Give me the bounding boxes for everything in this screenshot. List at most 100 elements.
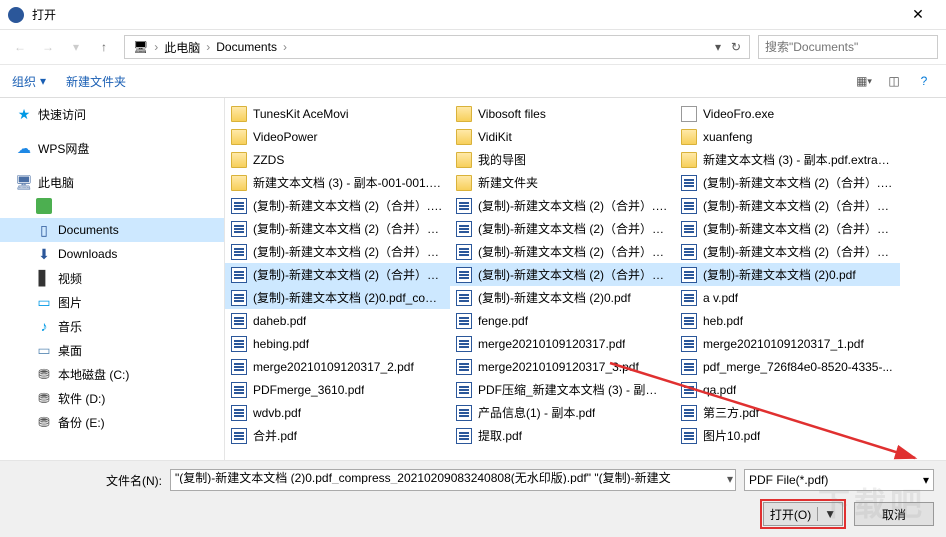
- file-item[interactable]: TunesKit AceMovi: [225, 102, 450, 125]
- address-dropdown-icon[interactable]: ▾: [709, 40, 727, 54]
- sidebar-item[interactable]: ▋视频: [0, 266, 224, 290]
- sidebar-item[interactable]: ♪音乐: [0, 314, 224, 338]
- address-bar[interactable]: 🖥 › 此电脑 › Documents › ▾ ↻: [124, 35, 750, 59]
- sidebar-item[interactable]: [0, 194, 224, 218]
- file-item[interactable]: 合并.pdf: [225, 424, 450, 447]
- new-folder-button[interactable]: 新建文件夹: [66, 73, 126, 90]
- file-item[interactable]: (复制)-新建文本文档 (2)0.pdf: [675, 263, 900, 286]
- file-item[interactable]: (复制)-新建文本文档 (2)（合并）_加...: [675, 217, 900, 240]
- filetype-select[interactable]: PDF File(*.pdf) ▾: [744, 469, 934, 491]
- file-item[interactable]: (复制)-新建文本文档 (2)（合并）_1...: [675, 194, 900, 217]
- file-name: (复制)-新建文本文档 (2)0.pdf_com...: [253, 289, 444, 306]
- file-item[interactable]: (复制)-新建文本文档 (2)（合并）.p...: [225, 194, 450, 217]
- path-seg-pc[interactable]: 此电脑: [160, 39, 204, 56]
- organize-button[interactable]: 组织 ▾: [12, 73, 46, 90]
- file-item[interactable]: 新建文本文档 (3) - 副本-001-001.p...: [225, 171, 450, 194]
- file-item[interactable]: pdf_merge_726f84e0-8520-4335-...: [675, 355, 900, 378]
- disk-icon: ⛃: [36, 390, 52, 406]
- file-name: (复制)-新建文本文档 (2)（合并）_加...: [253, 243, 444, 260]
- pdf-icon: [231, 359, 247, 375]
- filename-input-wrap[interactable]: ▾: [170, 469, 736, 491]
- sidebar-item[interactable]: ▭桌面: [0, 338, 224, 362]
- open-split-dropdown-icon[interactable]: ▼: [817, 507, 836, 521]
- view-mode-icon[interactable]: ▦ ▾: [854, 71, 874, 91]
- recent-dropdown[interactable]: ▾: [64, 35, 88, 59]
- file-item[interactable]: PDFmerge_3610.pdf: [225, 378, 450, 401]
- file-item[interactable]: (复制)-新建文本文档 (2)（合并）.pdf: [675, 171, 900, 194]
- file-item[interactable]: merge20210109120317_2.pdf: [225, 355, 450, 378]
- pdf-icon: [681, 267, 697, 283]
- sidebar-item[interactable]: ⛃备份 (E:): [0, 410, 224, 434]
- file-item[interactable]: 新建文本文档 (3) - 副本.pdf.extract...: [675, 148, 900, 171]
- help-icon[interactable]: ?: [914, 71, 934, 91]
- file-item[interactable]: (复制)-新建文本文档 (2)（合并）_已...: [225, 263, 450, 286]
- file-name: (复制)-新建文本文档 (2)（合并）_加...: [703, 243, 894, 260]
- sidebar-item[interactable]: ▯Documents: [0, 218, 224, 242]
- back-button[interactable]: ←: [8, 35, 32, 59]
- file-item[interactable]: 新建文件夹: [450, 171, 675, 194]
- file-item[interactable]: (复制)-新建文本文档 (2)（合并）_加...: [450, 240, 675, 263]
- pdf-icon: [456, 244, 472, 260]
- sidebar-item[interactable]: ★快速访问: [0, 102, 224, 126]
- sidebar-item[interactable]: 🖥此电脑: [0, 170, 224, 194]
- file-item[interactable]: qa.pdf: [675, 378, 900, 401]
- file-item[interactable]: a v.pdf: [675, 286, 900, 309]
- file-item[interactable]: 第三方.pdf: [675, 401, 900, 424]
- close-icon[interactable]: ✕: [898, 6, 938, 23]
- file-item[interactable]: (复制)-新建文本文档 (2)（合并）_加...: [675, 240, 900, 263]
- file-name: 图片10.pdf: [703, 427, 760, 444]
- file-item[interactable]: xuanfeng: [675, 125, 900, 148]
- file-name: (复制)-新建文本文档 (2)（合并）_加...: [478, 220, 669, 237]
- file-item[interactable]: VideoPower: [225, 125, 450, 148]
- file-item[interactable]: wdvb.pdf: [225, 401, 450, 424]
- search-input[interactable]: [765, 40, 931, 54]
- search-box[interactable]: [758, 35, 938, 59]
- file-item[interactable]: Vibosoft files: [450, 102, 675, 125]
- file-item[interactable]: ZZDS: [225, 148, 450, 171]
- path-seg-documents[interactable]: Documents: [212, 40, 281, 54]
- file-name: (复制)-新建文本文档 (2)（合并）_加...: [478, 243, 669, 260]
- file-item[interactable]: hebing.pdf: [225, 332, 450, 355]
- file-item[interactable]: heb.pdf: [675, 309, 900, 332]
- file-pane[interactable]: TunesKit AceMoviVideoPowerZZDS新建文本文档 (3)…: [225, 98, 946, 460]
- pdf-icon: [456, 221, 472, 237]
- sidebar[interactable]: ★快速访问 ☁WPS网盘 🖥此电脑 ▯Documents⬇Downloads▋视频▭图…: [0, 98, 225, 460]
- file-item[interactable]: (复制)-新建文本文档 (2)（合并）_加...: [450, 217, 675, 240]
- file-item[interactable]: fenge.pdf: [450, 309, 675, 332]
- file-item[interactable]: 提取.pdf: [450, 424, 675, 447]
- up-button[interactable]: ↑: [92, 35, 116, 59]
- pc-icon[interactable]: 🖥: [129, 40, 152, 54]
- preview-pane-icon[interactable]: ◫: [884, 71, 904, 91]
- file-name: hebing.pdf: [253, 337, 309, 351]
- refresh-icon[interactable]: ↻: [727, 40, 745, 54]
- pdf-icon: [681, 405, 697, 421]
- sidebar-item[interactable]: ☁WPS网盘: [0, 136, 224, 160]
- file-item[interactable]: 产品信息(1) - 副本.pdf: [450, 401, 675, 424]
- sidebar-item[interactable]: ▭图片: [0, 290, 224, 314]
- file-item[interactable]: (复制)-新建文本文档 (2)（合并）.p...: [450, 194, 675, 217]
- file-item[interactable]: (复制)-新建文本文档 (2)（合并）_加...: [225, 240, 450, 263]
- file-name: (复制)-新建文本文档 (2)（合并）_加...: [703, 220, 894, 237]
- file-item[interactable]: (复制)-新建文本文档 (2)0.pdf: [450, 286, 675, 309]
- open-button[interactable]: 打开(O) ▼: [763, 502, 843, 526]
- file-item[interactable]: (复制)-新建文本文档 (2)（合并）_c...: [225, 217, 450, 240]
- file-item[interactable]: merge20210109120317.pdf: [450, 332, 675, 355]
- file-item[interactable]: (复制)-新建文本文档 (2)0.pdf_com...: [225, 286, 450, 309]
- file-item[interactable]: (复制)-新建文本文档 (2)（合并）_已...: [450, 263, 675, 286]
- sidebar-item[interactable]: ⛃本地磁盘 (C:): [0, 362, 224, 386]
- sidebar-item[interactable]: ⬇Downloads: [0, 242, 224, 266]
- cancel-button[interactable]: 取消: [854, 502, 934, 526]
- file-item[interactable]: VidiKit: [450, 125, 675, 148]
- filename-dropdown-icon[interactable]: ▾: [727, 472, 733, 486]
- filename-input[interactable]: [175, 470, 715, 484]
- file-item[interactable]: merge20210109120317_3.pdf: [450, 355, 675, 378]
- file-item[interactable]: merge20210109120317_1.pdf: [675, 332, 900, 355]
- sidebar-item[interactable]: ⛃软件 (D:): [0, 386, 224, 410]
- forward-button[interactable]: →: [36, 35, 60, 59]
- file-item[interactable]: PDF压缩_新建文本文档 (3) - 副本_...: [450, 378, 675, 401]
- file-item[interactable]: daheb.pdf: [225, 309, 450, 332]
- file-item[interactable]: 我的导图: [450, 148, 675, 171]
- file-name: xuanfeng: [703, 130, 752, 144]
- file-item[interactable]: 图片10.pdf: [675, 424, 900, 447]
- file-item[interactable]: VideoFro.exe: [675, 102, 900, 125]
